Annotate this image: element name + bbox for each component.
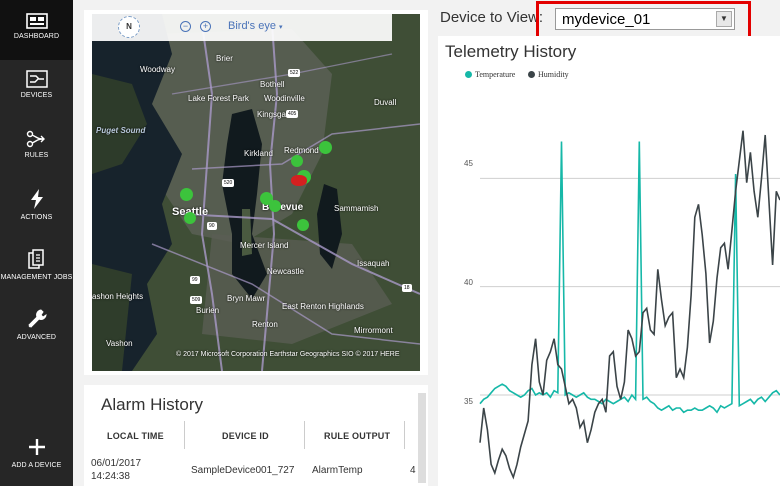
alarm-rule-output: AlarmTemp: [312, 465, 363, 476]
view-mode-label: Bird's eye: [228, 20, 276, 32]
map-label: Vashon: [106, 339, 133, 348]
highway-shield: 18: [402, 284, 412, 292]
highway-shield: 99: [190, 276, 200, 284]
map-label: Puget Sound: [96, 126, 146, 135]
sidebar-item-label: DEVICES: [20, 92, 53, 99]
map-label: Woodway: [140, 65, 175, 74]
column-header-local-time[interactable]: LOCAL TIME: [107, 431, 164, 441]
highway-shield: 405: [286, 110, 299, 118]
sidebar-item-rules[interactable]: RULES: [0, 122, 73, 178]
map-label: Redmond: [284, 146, 319, 155]
plus-icon: [28, 439, 45, 455]
device-pin[interactable]: [297, 219, 309, 231]
telemetry-chart: [479, 130, 780, 480]
map-view-mode-dropdown[interactable]: Bird's eye ▾: [228, 20, 283, 32]
alarm-history-panel: Alarm History LOCAL TIME DEVICE ID RULE …: [84, 385, 428, 486]
alarm-extra-value: 4: [410, 465, 416, 476]
devices-icon: [25, 70, 48, 88]
column-header-device-id[interactable]: DEVICE ID: [222, 431, 269, 441]
sidebar-item-devices[interactable]: DEVICES: [0, 62, 73, 118]
alarm-date: 06/01/2017: [91, 458, 142, 469]
device-pin[interactable]: [319, 141, 332, 154]
map-label: Newcastle: [267, 267, 304, 276]
device-pin-alarm[interactable]: [291, 175, 307, 186]
management-jobs-icon: [27, 249, 44, 269]
alarm-scrollbar[interactable]: [418, 393, 426, 483]
map-label: Sammamish: [334, 204, 379, 213]
alarm-device-id: SampleDevice001_727: [191, 465, 295, 476]
map-label: ashon Heights: [92, 292, 144, 301]
zoom-out-button[interactable]: −: [180, 21, 191, 32]
highway-shield: 509: [190, 296, 203, 304]
map-label: Bothell: [260, 80, 285, 89]
sidebar-item-dashboard[interactable]: DASHBOARD: [0, 0, 73, 60]
compass-control[interactable]: N: [118, 16, 140, 38]
sidebar-item-label: MANAGEMENT JOBS: [0, 274, 73, 281]
sidebar-nav: DASHBOARD DEVICES RULES ACTIONS MANAGEME…: [0, 0, 73, 486]
chevron-down-icon: ▾: [279, 24, 283, 31]
map-toolbar: N − + Bird's eye ▾: [92, 14, 392, 41]
sidebar-item-label: ACTIONS: [20, 214, 53, 221]
map-label: Bryn Mawr: [227, 294, 266, 303]
column-header-rule-output[interactable]: RULE OUTPUT: [324, 431, 390, 441]
highway-shield: 520: [222, 179, 235, 187]
map-label: Lake Forest Park: [188, 94, 249, 103]
map-panel: N − + Bird's eye ▾ Woodway Brier Bothell…: [84, 10, 428, 375]
map-label: Mercer Island: [240, 241, 289, 250]
map-label: Issaquah: [357, 259, 390, 268]
highway-shield: 90: [207, 222, 217, 230]
compass-label: N: [126, 22, 132, 31]
device-map[interactable]: N − + Bird's eye ▾ Woodway Brier Bothell…: [92, 14, 420, 371]
highway-shield: 522: [288, 69, 301, 77]
map-credit: © 2017 Microsoft Corporation Earthstar G…: [176, 351, 400, 358]
sidebar-item-label: DASHBOARD: [13, 33, 60, 40]
device-pin[interactable]: [291, 155, 303, 167]
device-pin[interactable]: [269, 200, 281, 212]
sidebar-item-actions[interactable]: ACTIONS: [0, 182, 73, 238]
map-label: Burien: [196, 306, 220, 315]
alarm-time: 14:24:38: [91, 471, 130, 482]
sidebar-item-label: ADVANCED: [16, 334, 57, 341]
column-divider: [184, 421, 185, 449]
map-label: Brier: [216, 54, 233, 63]
alarm-history-title: Alarm History: [101, 395, 204, 414]
column-divider: [404, 421, 405, 449]
sidebar-item-label: RULES: [24, 152, 49, 159]
map-label: Kirkland: [244, 149, 273, 158]
sidebar-item-management-jobs[interactable]: MANAGEMENT JOBS: [0, 242, 73, 298]
map-label: Renton: [252, 320, 278, 329]
device-to-view-label: Device to View:: [440, 9, 544, 26]
device-pin[interactable]: [180, 188, 193, 201]
zoom-in-button[interactable]: +: [200, 21, 211, 32]
actions-icon: [30, 189, 43, 209]
rules-icon: [26, 130, 45, 148]
device-pin[interactable]: [184, 212, 196, 224]
telemetry-history-panel: Telemetry History Temperature Humidity 4…: [438, 36, 780, 486]
sidebar-item-label: ADD A DEVICE: [11, 462, 62, 469]
wrench-icon: [27, 309, 47, 328]
map-label: Duvall: [374, 98, 397, 107]
column-divider: [304, 421, 305, 449]
sidebar-item-advanced[interactable]: ADVANCED: [0, 302, 73, 358]
map-label: Woodinville: [264, 94, 305, 103]
dashboard-icon: [25, 13, 48, 29]
map-label: East Renton Highlands: [282, 302, 364, 311]
map-label: Mirrormont: [354, 326, 393, 335]
temperature-line[interactable]: [479, 141, 780, 414]
sidebar-item-add-device[interactable]: ADD A DEVICE: [0, 432, 73, 482]
